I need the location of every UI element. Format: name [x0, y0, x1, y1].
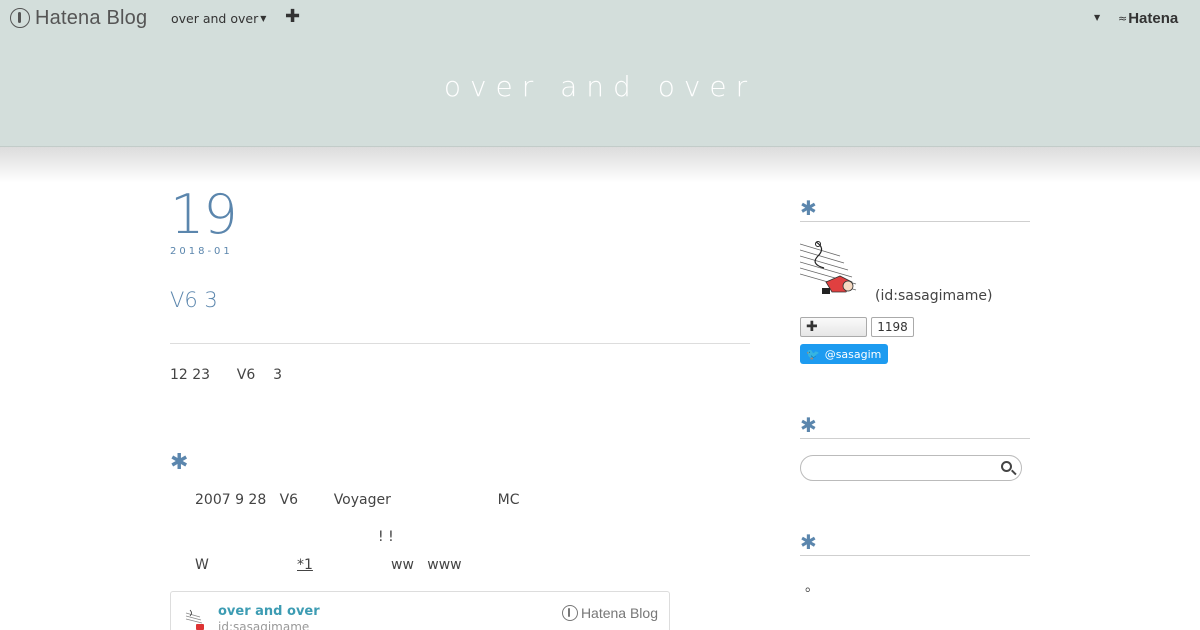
entry-title[interactable]: V6 3 — [170, 288, 218, 312]
blog-title[interactable]: over and over — [0, 70, 1200, 103]
embed-brand: Hatena Blog — [561, 605, 658, 621]
hatena-logo[interactable]: ≈ Hatena — [1118, 10, 1178, 27]
twitter-handle: @sasagim — [824, 347, 882, 361]
search-icon[interactable] — [1001, 461, 1012, 472]
chevron-down-icon: ▼ — [260, 14, 267, 23]
sidebar-heading-mark: ✱ — [800, 413, 817, 437]
footnote-link[interactable]: *1 — [297, 557, 313, 573]
embed-title[interactable]: over and over — [218, 604, 320, 619]
hatena-logo-text: Hatena — [1128, 10, 1179, 27]
entry-divider — [170, 343, 750, 344]
entry-paragraph-2: ! ! — [378, 529, 394, 545]
entry-paragraph-3-end: ww www — [391, 557, 462, 573]
hatena-wing-icon: ≈ — [1118, 12, 1127, 25]
new-entry-button[interactable]: ✚ — [285, 6, 300, 27]
blog-switcher-label: over and over — [171, 11, 259, 26]
global-bar: Hatena Blog over and over ▼ ✚ ▼ ≈ Hatena — [0, 0, 1200, 36]
profile-id[interactable]: (id:sasagimame) — [875, 288, 992, 304]
sidebar-note-text: 。 — [805, 579, 819, 595]
entry-date-year-month[interactable]: 2018-01 — [170, 246, 233, 257]
embed-author-id: id:sasagimame — [218, 620, 310, 630]
sidebar-profile-heading: ✱ — [800, 198, 1030, 222]
sidebar-heading-mark: ✱ — [800, 530, 817, 554]
user-menu-chevron-icon[interactable]: ▼ — [1094, 13, 1100, 22]
hatena-blog-logo[interactable]: Hatena Blog — [10, 6, 147, 30]
subscriber-count: 1198 — [871, 317, 914, 337]
blog-switcher[interactable]: over and over ▼ — [171, 11, 266, 26]
blog-embed-card[interactable]: over and over id:sasagimame Hatena Blog — [170, 591, 670, 630]
hatena-blog-icon — [561, 605, 578, 621]
hatena-blog-logo-text: Hatena Blog — [35, 6, 148, 29]
entry-lead-text: 12 23 V6 3 — [170, 367, 282, 383]
profile-avatar-icon[interactable] — [800, 236, 864, 300]
sidebar-heading-mark: ✱ — [800, 196, 817, 220]
subscribe-button[interactable]: ✚ — [800, 317, 867, 337]
sidebar-note-heading: ✱ — [800, 532, 1030, 556]
entry-paragraph-1: 2007 9 28 V6 Voyager MC — [195, 492, 520, 508]
search-input[interactable] — [800, 455, 1022, 481]
twitter-bird-icon: 🐦 — [806, 347, 820, 361]
sidebar-search-heading: ✱ — [800, 415, 1030, 439]
hatena-blog-logo-icon — [10, 8, 30, 28]
entry-paragraph-3-start: W — [195, 557, 209, 573]
section-heading-mark: ✱ — [170, 450, 189, 475]
embed-brand-text: Hatena Blog — [580, 605, 658, 621]
embed-avatar-icon — [185, 609, 204, 630]
entry-date-day[interactable]: 19 — [170, 183, 238, 246]
twitter-follow-button[interactable]: 🐦 @sasagim — [800, 344, 888, 364]
blog-header: Hatena Blog over and over ▼ ✚ ▼ ≈ Hatena … — [0, 0, 1200, 183]
